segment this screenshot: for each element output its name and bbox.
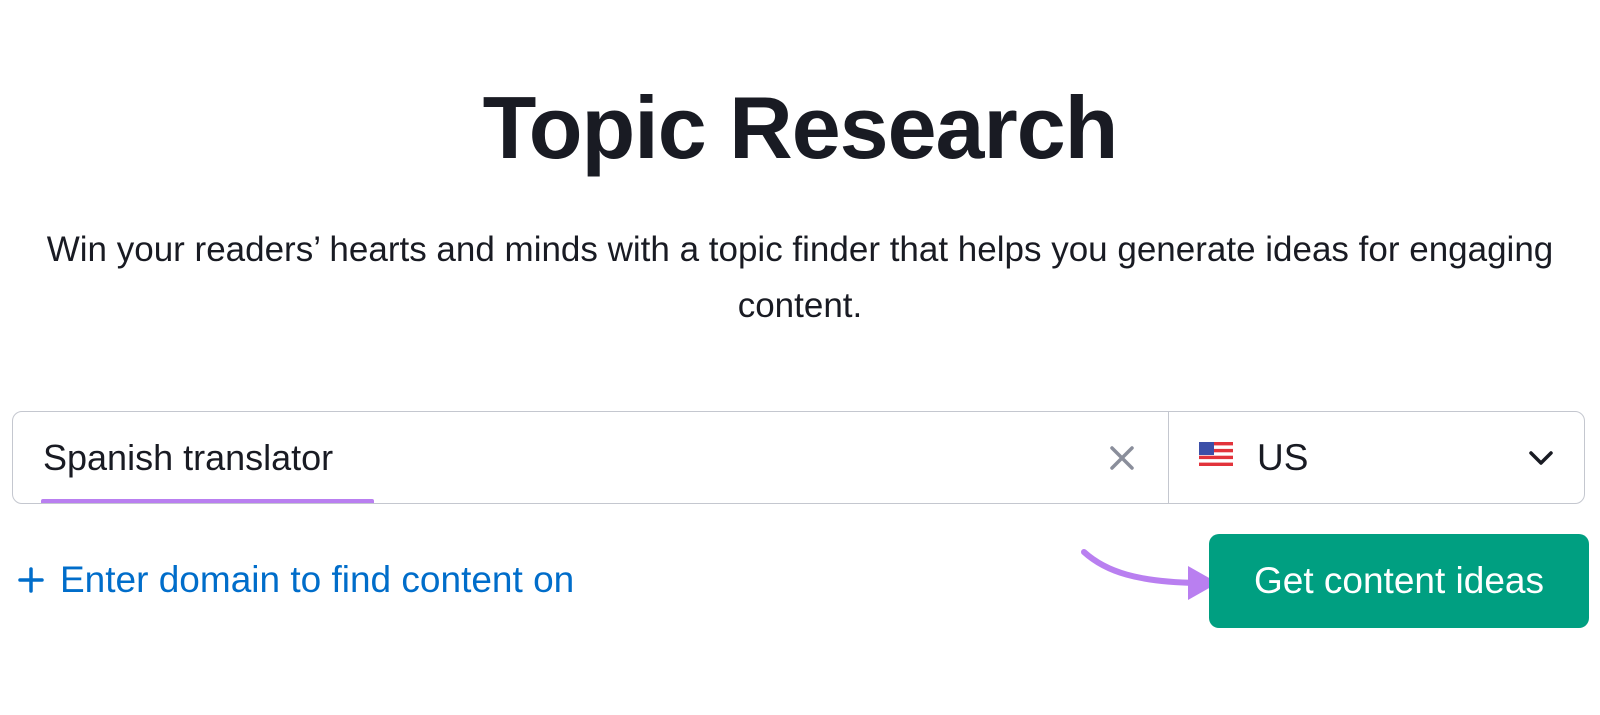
enter-domain-link[interactable]: Enter domain to find content on [18, 556, 574, 604]
topic-search-input[interactable] [43, 412, 1103, 503]
highlight-underline [41, 499, 374, 503]
chevron-down-icon [1529, 451, 1553, 465]
enter-domain-label: Enter domain to find content on [60, 559, 575, 600]
us-flag-icon [1199, 442, 1233, 466]
search-field [13, 412, 1169, 503]
get-content-ideas-button[interactable]: Get content ideas [1209, 534, 1589, 628]
close-icon[interactable] [1106, 442, 1138, 474]
database-select[interactable]: US [1169, 412, 1584, 503]
page-title: Topic Research [482, 78, 1119, 177]
page-subtitle: Win your readers’ hearts and minds with … [46, 230, 1554, 325]
search-bar: US [12, 411, 1585, 504]
database-label: US [1257, 437, 1309, 478]
topic-research-page: Topic Research Win your readers’ hearts … [0, 0, 1600, 715]
plus-icon [18, 567, 44, 593]
